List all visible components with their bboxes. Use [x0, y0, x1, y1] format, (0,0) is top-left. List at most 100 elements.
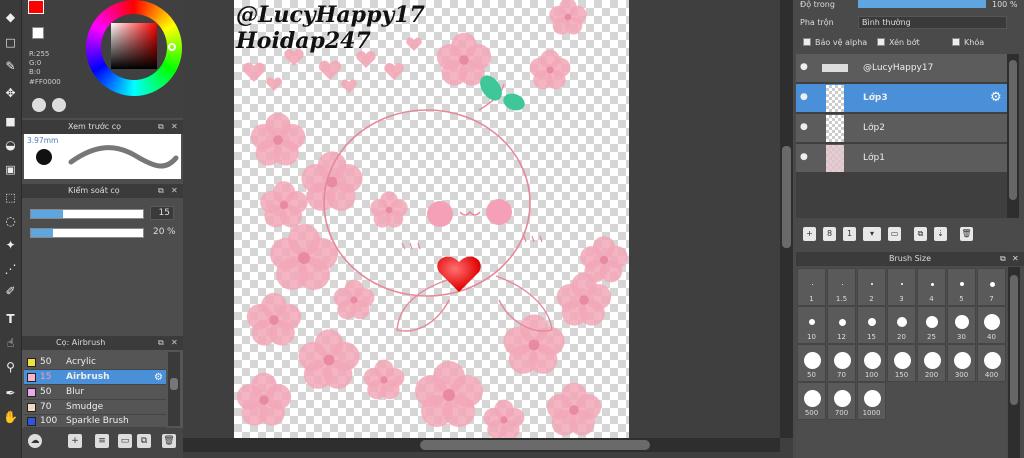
magic-wand-tool-icon[interactable]: ✦ [1, 236, 20, 255]
brush-size-cell[interactable]: 2 [857, 268, 886, 306]
layer-row-selected[interactable]: ● Lớp3 ⚙ [796, 84, 1007, 113]
brush-settings-gear-icon[interactable]: ⚙ [154, 370, 163, 385]
visibility-eye-icon[interactable]: ● [800, 63, 809, 72]
brush-item[interactable]: 50 Blur [24, 385, 166, 400]
float-icon[interactable]: ⧉ [158, 120, 164, 134]
brush-list-scrollbar[interactable] [168, 352, 180, 426]
brush-size-cell[interactable]: 30 [947, 306, 976, 344]
drawing-canvas[interactable]: @LucyHappy17 Hoidap247 [234, 0, 629, 438]
close-icon[interactable]: ✕ [171, 120, 178, 134]
brush-size-cell[interactable]: 100 [857, 344, 886, 382]
trash-icon[interactable]: 🗑 [162, 434, 176, 448]
brush-size-cell[interactable]: 15 [857, 306, 886, 344]
fill-square-tool-icon[interactable]: ■ [1, 112, 20, 131]
brush-item[interactable]: 100 Sparkle Brush [24, 415, 166, 428]
main-color-swatch[interactable] [28, 0, 44, 14]
hand-tool-icon[interactable]: ✋ [1, 408, 20, 427]
eyedropper-tool-icon[interactable]: ⚲ [1, 358, 20, 377]
hand-select-tool-icon[interactable]: ☝ [1, 334, 20, 353]
brush-size-cell[interactable]: 20 [887, 306, 916, 344]
eyedropper2-tool-icon[interactable]: ✒ [1, 384, 20, 403]
visibility-eye-icon[interactable]: ● [800, 123, 809, 132]
lock-checkbox[interactable] [952, 38, 960, 46]
new-layer-icon[interactable]: + [803, 227, 816, 241]
folder-icon[interactable]: ▭ [118, 434, 132, 448]
visibility-eye-icon[interactable]: ● [800, 153, 809, 162]
merge-layer-icon[interactable]: ⇣ [934, 227, 947, 241]
brush-item[interactable]: 70 Smudge [24, 400, 166, 415]
layer-opacity-slider[interactable] [858, 0, 986, 8]
brush-size-cell[interactable]: 500 [797, 382, 826, 420]
delete-layer-trash-icon[interactable]: 🗑 [960, 227, 973, 241]
eraser-tool-icon[interactable]: ◆ [1, 8, 20, 27]
blend-mode-select[interactable]: Bình thường [858, 16, 1007, 29]
size-slider[interactable] [30, 209, 144, 219]
protect-alpha-checkbox[interactable] [803, 38, 811, 46]
canvas-vscrollbar[interactable] [780, 0, 793, 438]
layer-folder-icon[interactable]: ▭ [888, 227, 901, 241]
clipping-checkbox[interactable] [877, 38, 885, 46]
float-icon[interactable]: ⧉ [1000, 252, 1006, 266]
sub-color-swatch[interactable] [32, 27, 44, 39]
brush-size-scroll-thumb[interactable] [1010, 275, 1018, 405]
brush-size-cell[interactable]: 1 [797, 268, 826, 306]
brush-size-cell[interactable]: 4 [917, 268, 946, 306]
gradient-tool-icon[interactable]: ▣ [1, 160, 20, 179]
layer-settings-gear-icon[interactable]: ⚙ [990, 90, 1002, 105]
brush-size-cell[interactable]: 7 [977, 268, 1006, 306]
brush-size-cell[interactable]: 5 [947, 268, 976, 306]
brush-size-scrollbar[interactable] [1008, 267, 1020, 458]
move-tool-icon[interactable]: ✥ [1, 84, 20, 103]
brush-size-cell[interactable]: 1000 [857, 382, 886, 420]
brush-size-cell[interactable]: 40 [977, 306, 1006, 344]
canvas-hscroll-thumb[interactable] [420, 440, 650, 450]
brush-size-cell[interactable]: 10 [797, 306, 826, 344]
cloud-brush-icon[interactable]: ☁ [28, 434, 42, 448]
saturation-square[interactable] [111, 23, 157, 69]
brush-size-cell[interactable]: 70 [827, 344, 856, 382]
add-brush-icon[interactable]: + [68, 434, 82, 448]
rectangle-tool-icon[interactable]: □ [1, 33, 20, 52]
bucket-tool-icon[interactable]: ◒ [1, 136, 20, 155]
size-value[interactable]: 15 [150, 206, 174, 220]
pen-tool-icon[interactable]: ✎ [1, 57, 20, 76]
layer-scrollbar[interactable] [1007, 54, 1019, 218]
brush-size-cell[interactable]: 25 [917, 306, 946, 344]
layer-scroll-thumb[interactable] [1009, 60, 1017, 200]
float-icon[interactable]: ⧉ [158, 184, 164, 198]
brush-item[interactable]: 50 Acrylic [24, 355, 166, 370]
brush-size-cell[interactable]: 400 [977, 344, 1006, 382]
brush-size-cell[interactable]: 200 [917, 344, 946, 382]
layer-row[interactable]: ● @LucyHappy17 [796, 54, 1007, 83]
brush-size-cell[interactable]: 12 [827, 306, 856, 344]
select-rect-tool-icon[interactable]: ⬚ [1, 188, 20, 207]
palette-icon[interactable] [32, 98, 46, 112]
brush-size-cell[interactable]: 150 [887, 344, 916, 382]
lasso-tool-icon[interactable]: ◌ [1, 212, 20, 231]
brush-item-selected[interactable]: 15 Airbrush ⚙ [24, 370, 166, 385]
brush-size-cell[interactable]: 1.5 [827, 268, 856, 306]
canvas-hscrollbar[interactable] [183, 438, 780, 452]
close-icon[interactable]: ✕ [171, 336, 178, 350]
close-icon[interactable]: ✕ [171, 184, 178, 198]
canvas-vscroll-thumb[interactable] [782, 146, 791, 248]
brush-size-cell[interactable]: 300 [947, 344, 976, 382]
opacity-slider[interactable] [30, 228, 144, 238]
layer-row[interactable]: ● Lớp1 [796, 144, 1007, 173]
brush-size-cell[interactable]: 50 [797, 344, 826, 382]
close-icon[interactable]: ✕ [1012, 252, 1019, 266]
new-layer-1bit-icon[interactable]: 1 [843, 227, 856, 241]
brush-settings-icon[interactable]: ≡ [95, 434, 109, 448]
brush-size-cell[interactable]: 3 [887, 268, 916, 306]
visibility-eye-icon[interactable]: ● [800, 93, 809, 102]
new-layer-8bit-icon[interactable]: 8 [823, 227, 836, 241]
duplicate-layer-icon[interactable]: ⧉ [914, 227, 927, 241]
select-pen-tool-icon[interactable]: ⋰ [1, 260, 20, 279]
duplicate-icon[interactable]: ⧉ [137, 434, 151, 448]
brush-size-cell[interactable]: 700 [827, 382, 856, 420]
layer-row[interactable]: ● Lớp2 [796, 114, 1007, 143]
color-set-icon[interactable] [52, 98, 66, 112]
brush-list-scroll-thumb[interactable] [170, 378, 178, 390]
float-icon[interactable]: ⧉ [158, 336, 164, 350]
text-tool-icon[interactable]: T [1, 310, 20, 329]
